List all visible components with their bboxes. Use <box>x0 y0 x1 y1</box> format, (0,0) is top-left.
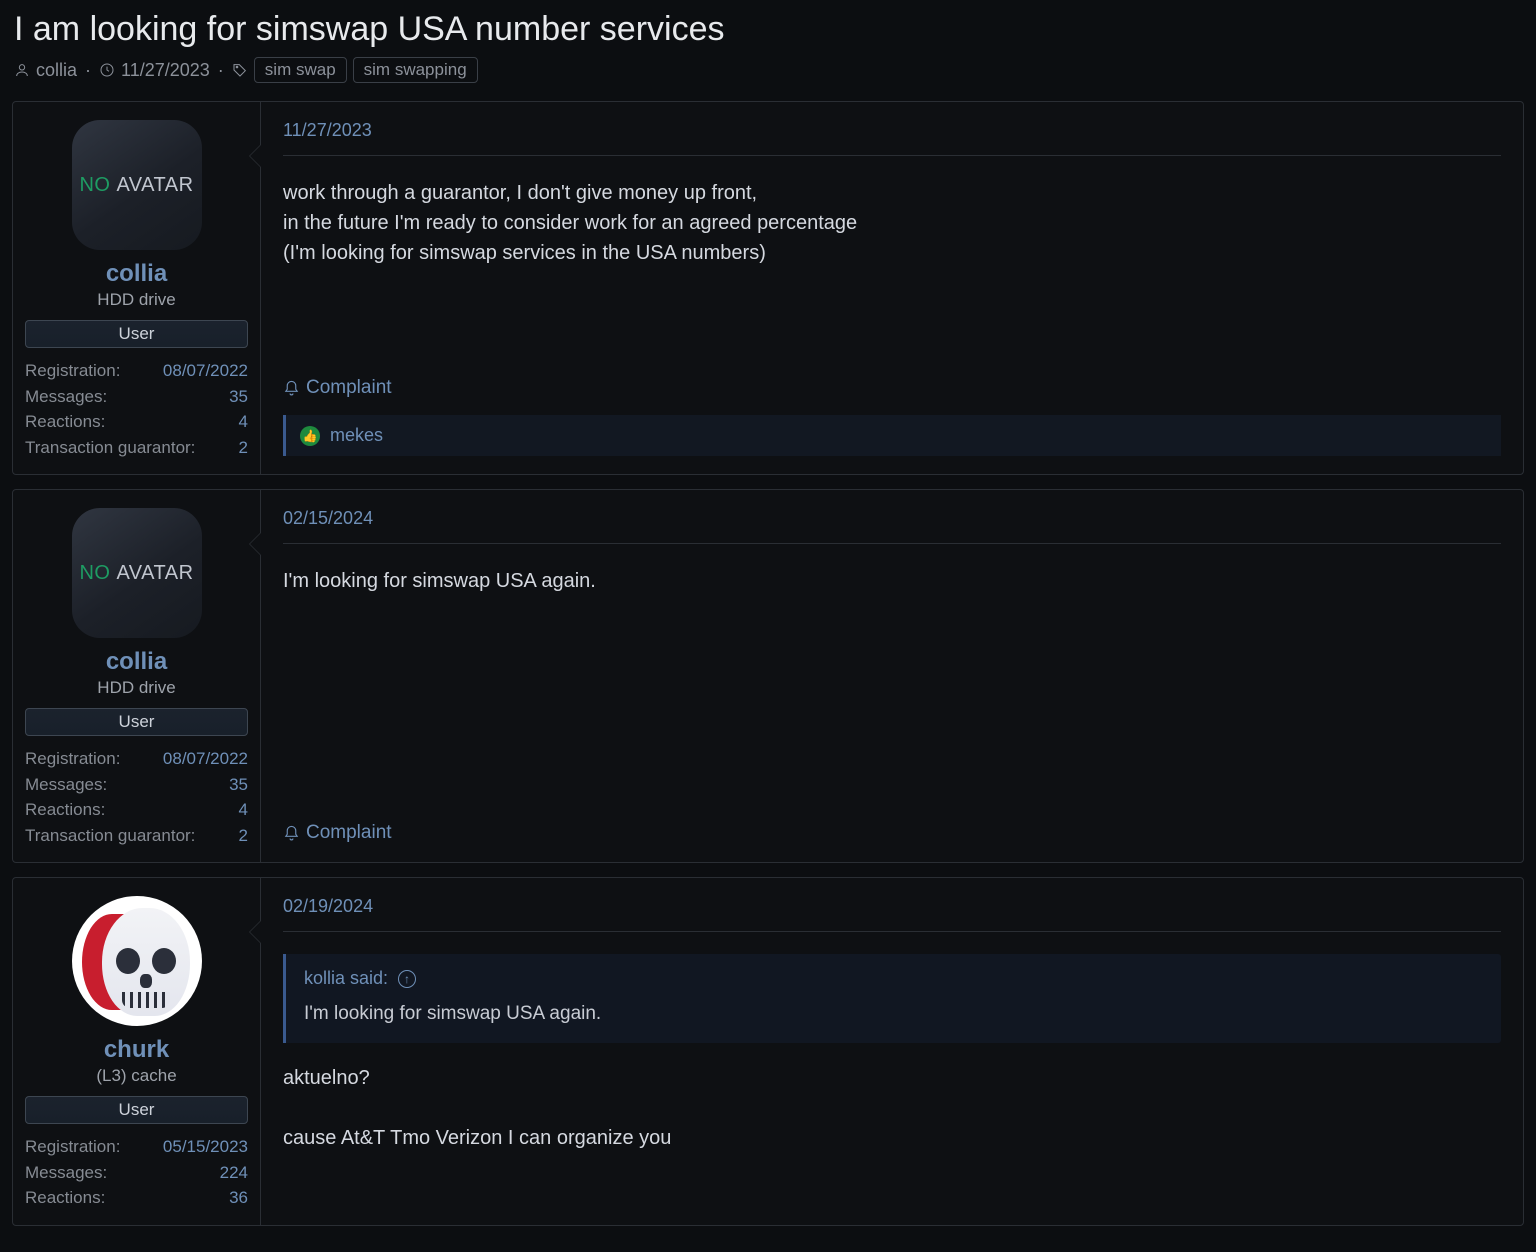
posts-list: NOAVATAR collia HDD drive User Registrat… <box>0 101 1536 1226</box>
role-badge: User <box>25 708 248 736</box>
username-link[interactable]: collia <box>25 648 248 676</box>
post-date[interactable]: 02/19/2024 <box>283 896 1501 932</box>
user-panel: NOAVATAR collia HDD drive User Registrat… <box>13 490 261 862</box>
user-stats: Registration:05/15/2023 Messages:224 Rea… <box>25 1134 248 1211</box>
avatar[interactable]: NOAVATAR <box>72 120 202 250</box>
thumbs-up-icon: 👍 <box>300 426 320 446</box>
post-content: 02/15/2024 I'm looking for simswap USA a… <box>261 490 1523 862</box>
thread-header: I am looking for simswap USA number serv… <box>0 0 1536 101</box>
avatar[interactable]: NOAVATAR <box>72 508 202 638</box>
complaint-button[interactable]: Complaint <box>283 377 1501 399</box>
role-badge: User <box>25 1096 248 1124</box>
complaint-button[interactable]: Complaint <box>283 822 1501 844</box>
thread-author[interactable]: collia <box>36 60 77 81</box>
quote-author-link[interactable]: kollia said: ↑ <box>304 968 1483 989</box>
post-date[interactable]: 02/15/2024 <box>283 508 1501 544</box>
expand-up-icon[interactable]: ↑ <box>398 970 416 988</box>
user-panel: NOAVATAR collia HDD drive User Registrat… <box>13 102 261 474</box>
bell-icon <box>283 380 300 397</box>
tag-icon <box>232 62 248 78</box>
thread-title: I am looking for simswap USA number serv… <box>14 10 1522 49</box>
post: churk (L3) cache User Registration:05/15… <box>12 877 1524 1226</box>
tag-sim-swap[interactable]: sim swap <box>254 57 347 83</box>
avatar[interactable] <box>72 896 202 1026</box>
role-badge: User <box>25 320 248 348</box>
reactions-bar[interactable]: 👍 mekes <box>283 415 1501 456</box>
post-content: 11/27/2023 work through a guarantor, I d… <box>261 102 1523 474</box>
thread-meta: collia · 11/27/2023 · sim swap sim swapp… <box>14 57 1522 83</box>
bell-icon <box>283 825 300 842</box>
post-body: I'm looking for simswap USA again. <box>283 566 1501 794</box>
quote-body: I'm looking for simswap USA again. <box>304 1003 1483 1025</box>
tag-sim-swapping[interactable]: sim swapping <box>353 57 478 83</box>
thread-date[interactable]: 11/27/2023 <box>121 60 210 81</box>
user-title: (L3) cache <box>25 1066 248 1086</box>
user-panel: churk (L3) cache User Registration:05/15… <box>13 878 261 1225</box>
username-link[interactable]: churk <box>25 1036 248 1064</box>
arrow-icon <box>249 144 261 168</box>
reaction-user[interactable]: mekes <box>330 425 383 446</box>
post: NOAVATAR collia HDD drive User Registrat… <box>12 101 1524 475</box>
post-content: 02/19/2024 kollia said: ↑ I'm looking fo… <box>261 878 1523 1225</box>
user-stats: Registration:08/07/2022 Messages:35 Reac… <box>25 358 248 460</box>
clock-icon <box>99 62 115 78</box>
post-date[interactable]: 11/27/2023 <box>283 120 1501 156</box>
post-body: work through a guarantor, I don't give m… <box>283 178 1501 349</box>
user-icon <box>14 62 30 78</box>
arrow-icon <box>249 920 261 944</box>
quote-block: kollia said: ↑ I'm looking for simswap U… <box>283 954 1501 1043</box>
user-title: HDD drive <box>25 678 248 698</box>
username-link[interactable]: collia <box>25 260 248 288</box>
user-title: HDD drive <box>25 290 248 310</box>
arrow-icon <box>249 532 261 556</box>
post: NOAVATAR collia HDD drive User Registrat… <box>12 489 1524 863</box>
user-stats: Registration:08/07/2022 Messages:35 Reac… <box>25 746 248 848</box>
post-body: aktuelno? cause At&T Tmo Verizon I can o… <box>283 1063 1501 1207</box>
